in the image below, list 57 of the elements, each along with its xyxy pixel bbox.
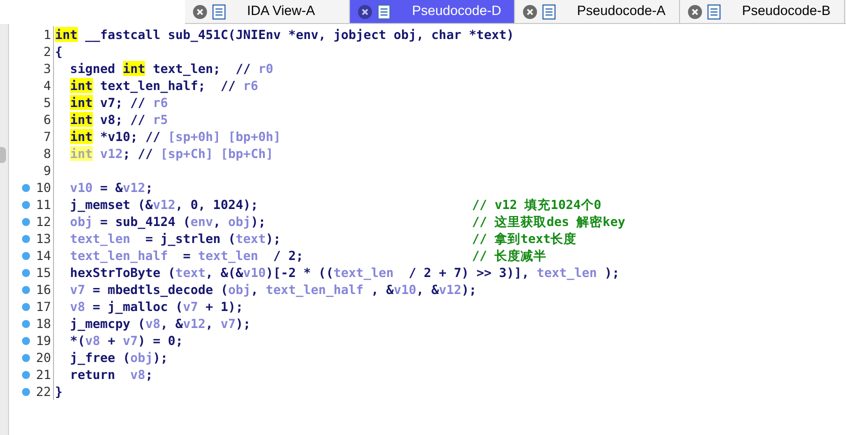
code-comment: // 拿到text长度 [472,230,577,247]
close-icon[interactable] [358,4,372,18]
line-number: 1 [43,26,51,43]
document-icon [541,4,557,20]
line-number: 20 [36,349,51,366]
code-line: *(v8 + v7) = 0; [69,332,183,349]
line-number: 6 [43,111,51,128]
line-number: 22 [36,383,51,400]
code-line: return v8; [69,366,153,383]
line-number: 13 [36,230,51,247]
line-number: 5 [43,94,51,111]
code-line: int *v10; // [sp+0h] [bp+0h] [69,128,281,145]
code-line: j_memcpy (v8, &v12, v7); [69,315,251,332]
line-number: 3 [43,60,51,77]
line-number: 11 [36,196,51,213]
code-line: int v12; // [sp+Ch] [bp+Ch] [69,145,274,162]
code-line: v10 = &v12; [69,179,153,196]
code-line: hexStrToByte (text, &(&v10)[-2 * ((text_len / 2 + 7) >> 3)], text_len ); [69,264,620,281]
code-comment: // 这里获取des 解密key [472,213,626,230]
code-line: v7 = mbedtls_decode (obj, text_len_half , &v10, &v12); [69,281,476,298]
close-icon[interactable] [193,4,207,18]
scroll-handle[interactable] [0,147,6,163]
line-number: 17 [36,298,51,315]
code-line: j_memset (&v12, 0, 1024); [69,196,258,213]
code-line: int __fastcall sub_451C(JNIEnv *env, jobject obj, char *text) [55,26,514,43]
document-icon [376,4,392,20]
code-line: text_len_half = text_len / 2; [69,247,304,264]
line-number: 7 [43,128,51,145]
close-icon[interactable] [688,4,702,18]
code-line: j_free (obj); [69,349,168,366]
line-number: 4 [43,77,51,94]
line-number: 21 [36,366,51,383]
document-icon [211,4,227,20]
code-comment: // v12 填充1024个0 [472,196,602,213]
code-line: int text_len_half; // r6 [69,77,258,94]
document-icon [706,4,722,20]
code-line: } [55,383,63,400]
close-icon[interactable] [523,4,537,18]
code-comment: // 长度减半 [472,247,547,264]
code-line: signed int text_len; // r0 [69,60,274,77]
line-number: 2 [43,43,51,60]
code-line: v8 = j_malloc (v7 + 1); [69,298,244,315]
line-number: 18 [36,315,51,332]
line-number: 9 [43,162,51,179]
line-number: 19 [36,332,51,349]
code-line: { [55,43,63,60]
line-number: 12 [36,213,51,230]
code-line: obj = sub_4124 (env, obj); [69,213,266,230]
line-number: 14 [36,247,51,264]
line-number: 8 [43,145,51,162]
line-number: 10 [36,179,51,196]
editor-tab[interactable]: Pseudocode-D [350,0,515,23]
code-line: text_len = j_strlen (text); [69,230,281,247]
line-number: 16 [36,281,51,298]
line-number: 15 [36,264,51,281]
code-line: int v7; // r6 [69,94,168,111]
code-line: int v8; // r5 [69,111,168,128]
